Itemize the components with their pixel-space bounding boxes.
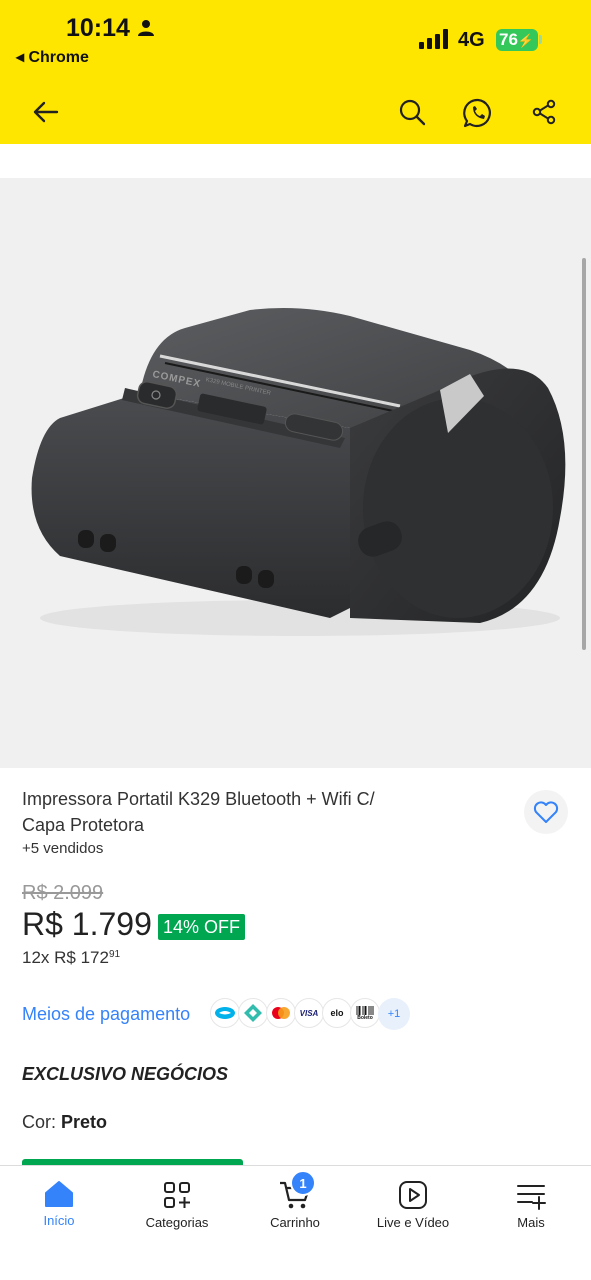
exclusive-business-label: EXCLUSIVO NEGÓCIOS [22,1064,229,1084]
heart-icon [533,801,559,823]
original-price: R$ 2.099 [22,882,104,904]
product-image [31,308,566,636]
battery-level: 76 [499,30,518,49]
installments: 12x R$ 17291 [22,948,120,968]
nav-label-live-video: Live e Vídeo [376,1215,450,1230]
whatsapp-button[interactable] [459,94,497,132]
search-icon [399,99,426,126]
boleto-icon: Boleto [350,998,380,1028]
sold-count: +5 vendidos [22,840,104,857]
network-type: 4G [458,29,485,51]
battery-indicator: 76⚡ [496,29,538,51]
nav-item-mais[interactable]: Mais [472,1166,590,1246]
signal-icon [419,29,448,49]
color-value: Preto [61,1112,108,1132]
nav-item-categorias[interactable]: Categorias [118,1166,236,1246]
nav-label-mais: Mais [517,1215,545,1230]
person-icon [138,20,154,36]
current-price: R$ 1.799 [22,906,152,942]
payment-icons[interactable]: VISA elo Boleto +1 [210,998,410,1032]
status-time: 10:14 [66,14,130,42]
back-button[interactable] [28,94,64,130]
boleto-label: Boleto [357,1014,373,1021]
installments-amount: 12x R$ 172 [22,948,109,967]
search-button[interactable] [394,94,430,130]
mercado-pago-icon [210,998,240,1028]
nav-item-live-video[interactable]: Live e Vídeo [354,1166,472,1246]
discount-badge: 14% OFF [158,914,246,940]
home-icon [45,1181,73,1207]
menu-plus-icon [517,1185,546,1210]
gallery-scrollbar[interactable] [582,258,586,650]
payment-methods-link[interactable]: Meios de pagamento [22,1004,190,1025]
installments-cents: 91 [108,949,121,960]
nav-item-inicio[interactable]: Início [0,1166,118,1246]
favorite-button[interactable] [524,790,568,834]
back-to-app-link[interactable]: ◂ Chrome [16,47,89,67]
color-label: Cor: [22,1112,57,1132]
product-page: 10:14 ◂ Chrome 4G 76⚡ COMPEX K329 MOBILE… [0,0,591,1280]
elo-icon: elo [322,998,352,1028]
share-icon [532,99,556,125]
top-header: 10:14 ◂ Chrome 4G 76⚡ [0,0,591,144]
visa-label: VISA [299,1008,319,1018]
cart-count-badge: 1 [290,1170,316,1196]
play-icon [399,1181,427,1209]
nav-label-categorias: Categorias [145,1215,209,1230]
arrow-left-icon [33,101,59,123]
nav-label-inicio: Início [43,1213,75,1228]
visa-icon: VISA [294,998,324,1028]
pix-icon [238,998,268,1028]
battery-tip [539,35,542,44]
charging-bolt-icon: ⚡ [517,33,535,48]
product-image-gallery[interactable]: COMPEX K329 MOBILE PRINTER [0,178,591,768]
whatsapp-icon [463,98,491,128]
categories-icon [164,1182,190,1208]
nav-label-carrinho: Carrinho [270,1215,320,1230]
mastercard-icon [266,998,296,1028]
color-selector[interactable]: Cor: Preto [22,1112,107,1133]
bottom-navigation: Início Categorias Carrinho 1 Live e Víde… [0,1165,591,1280]
elo-label: elo [330,1008,344,1018]
share-button[interactable] [526,94,562,130]
product-title: Impressora Portatil K329 Bluetooth + Wif… [22,789,375,835]
more-payment-methods[interactable]: +1 [378,998,410,1030]
